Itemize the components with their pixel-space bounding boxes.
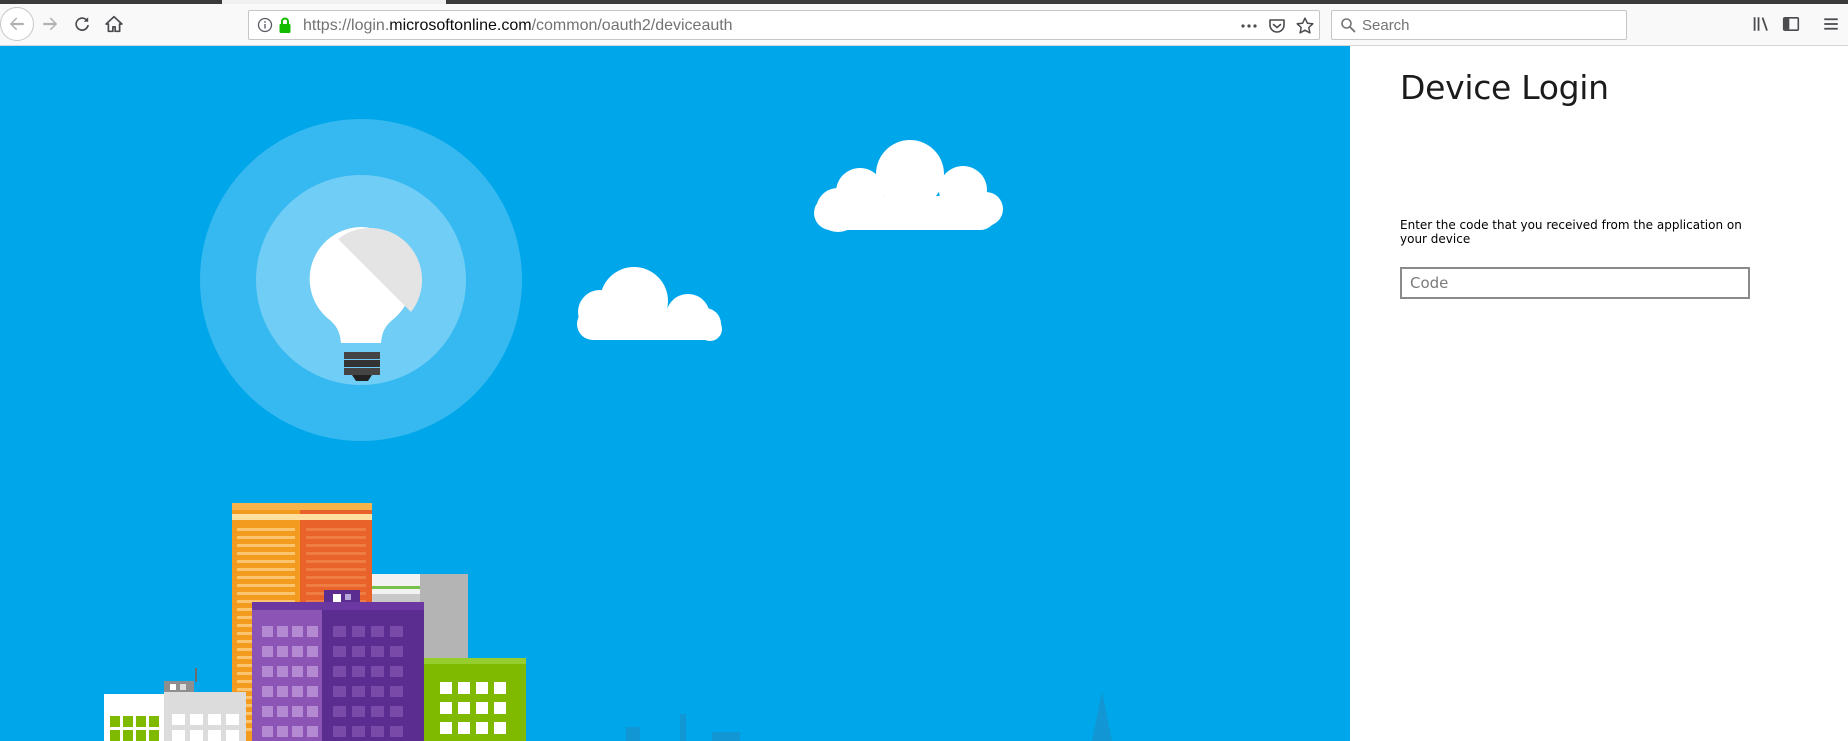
cloud-large — [814, 140, 1003, 232]
search-bar[interactable] — [1331, 10, 1627, 40]
browser-toolbar: https://login.microsoftonline.com/common… — [0, 4, 1848, 46]
url-text[interactable]: https://login.microsoftonline.com/common… — [303, 17, 733, 35]
address-bar[interactable]: https://login.microsoftonline.com/common… — [248, 10, 1320, 40]
reload-icon — [75, 17, 89, 32]
reload-button[interactable] — [66, 8, 98, 40]
library-button[interactable] — [1745, 8, 1777, 40]
url-path: /common/oauth2/deviceauth — [531, 17, 733, 34]
forward-button[interactable] — [34, 8, 66, 40]
cloud-small — [577, 267, 722, 341]
url-prefix: https://login. — [303, 17, 390, 34]
sidebar-icon — [1782, 17, 1800, 31]
home-button[interactable] — [98, 8, 130, 40]
lock-icon[interactable] — [277, 16, 293, 34]
code-input[interactable] — [1400, 267, 1750, 299]
home-icon — [105, 15, 123, 33]
back-arrow-icon — [9, 17, 24, 31]
forward-arrow-icon — [43, 17, 58, 31]
sidebar-button[interactable] — [1775, 8, 1807, 40]
star-icon[interactable] — [1295, 16, 1315, 36]
pocket-icon[interactable] — [1267, 16, 1287, 36]
back-button[interactable] — [0, 7, 34, 41]
green-building — [424, 658, 526, 741]
menu-button[interactable] — [1815, 8, 1847, 40]
login-panel: Device Login Enter the code that you rec… — [1350, 46, 1848, 741]
code-instructions: Enter the code that you received from th… — [1400, 218, 1742, 246]
magnifier-icon — [1341, 18, 1356, 33]
hero-illustration — [0, 46, 1350, 741]
url-host: microsoftonline.com — [389, 17, 532, 34]
ellipsis-icon[interactable] — [1239, 16, 1259, 36]
city-illustration — [104, 119, 1112, 741]
purple-building — [252, 590, 424, 741]
search-input[interactable] — [1362, 14, 1612, 36]
info-icon[interactable] — [257, 17, 273, 33]
small-white-building — [104, 694, 168, 741]
distant-buildings — [626, 691, 1112, 741]
hamburger-menu-icon — [1824, 18, 1838, 30]
library-icon — [1753, 17, 1768, 31]
page-title: Device Login — [1400, 68, 1609, 107]
